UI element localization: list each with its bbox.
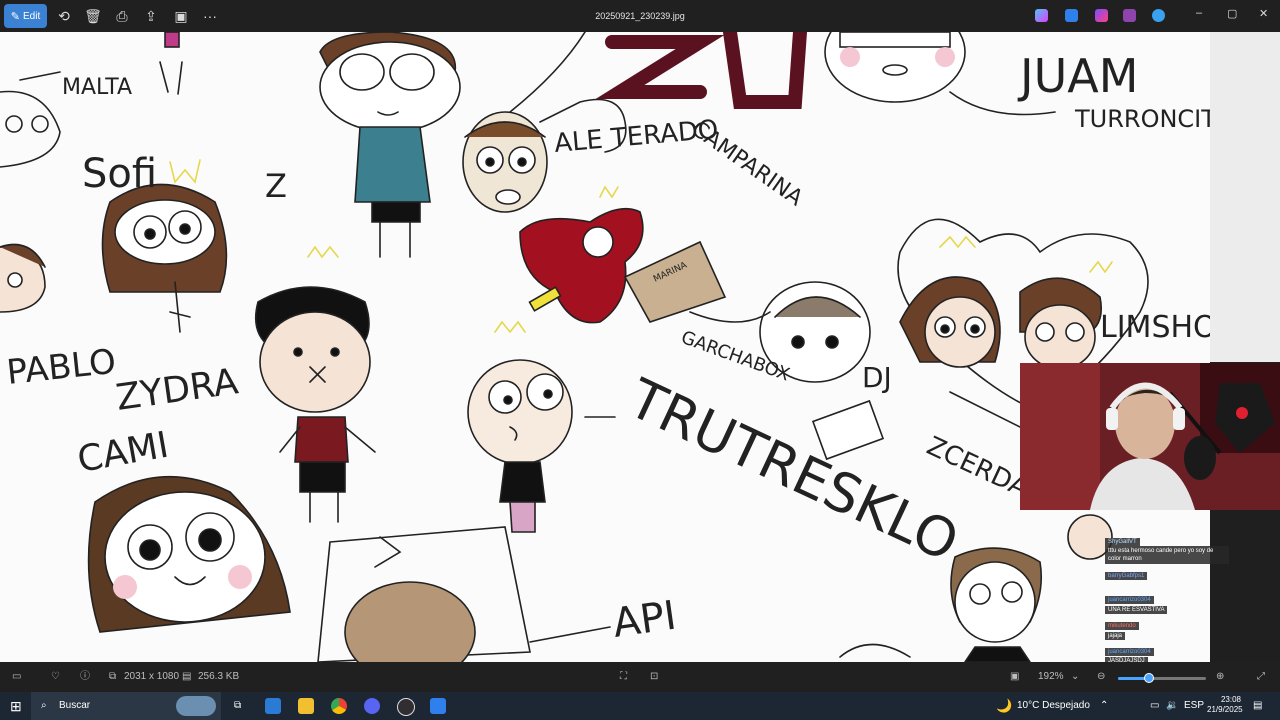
chat-username: barryGabfps1 bbox=[1105, 572, 1148, 580]
clock-date: 21/9/2025 bbox=[1207, 705, 1243, 714]
chrome-icon[interactable] bbox=[331, 698, 347, 714]
close-button[interactable]: ✕ bbox=[1259, 7, 1268, 20]
zoom-out-icon[interactable]: ⊖ bbox=[1097, 662, 1105, 692]
webcam-overlay bbox=[1020, 363, 1280, 510]
input-language[interactable]: ESP bbox=[1184, 692, 1204, 720]
label-camparina: CAMPARINA bbox=[687, 116, 807, 211]
chat-message: tttu esta hermoso cande pero yo soy de c… bbox=[1105, 546, 1229, 564]
zoom-in-icon[interactable]: ⊕ bbox=[1216, 662, 1224, 692]
label-trutresklo: TRUTRESKLO bbox=[619, 366, 968, 574]
search-placeholder: Buscar bbox=[59, 700, 91, 711]
search-highlight-icon bbox=[176, 696, 216, 716]
file-size-icon: ▤ bbox=[182, 671, 192, 682]
search-icon: ⌕ bbox=[41, 700, 47, 711]
label-dj: DJ bbox=[862, 361, 892, 394]
file-explorer-icon[interactable] bbox=[298, 698, 314, 714]
notifications-icon[interactable]: ▤ bbox=[1253, 692, 1262, 720]
info-icon[interactable]: ⓘ bbox=[80, 662, 90, 692]
minimize-button[interactable]: – bbox=[1196, 7, 1202, 19]
windows-start-icon[interactable]: ⊞ bbox=[10, 692, 22, 720]
delete-icon[interactable]: 🗑 bbox=[83, 4, 103, 28]
task-view-icon[interactable]: ⧉ bbox=[234, 692, 241, 720]
clipchamp-icon[interactable] bbox=[1095, 9, 1108, 22]
chat-username: juancarrizo0304 bbox=[1105, 596, 1154, 604]
label-juam: JUAM bbox=[1017, 49, 1138, 103]
copilot-icon[interactable] bbox=[1035, 9, 1048, 22]
photos-status-bar: ▭ ♡ ⓘ ⧉ 2031 x 1080 ▤ 256.3 KB ⛶ ⊡ ▣ 192… bbox=[0, 662, 1280, 692]
obs-icon[interactable] bbox=[397, 698, 415, 716]
label-pablo: PABLO bbox=[5, 342, 118, 393]
label-limsho: LIMSHO bbox=[1100, 310, 1210, 345]
label-sofi: Sofi bbox=[82, 151, 157, 197]
chat-username: ShyGallVT bbox=[1105, 538, 1140, 546]
chat-message: UNA RE ESVASTIVA bbox=[1105, 606, 1168, 614]
zoom-dropdown-icon[interactable]: ⌄ bbox=[1071, 662, 1079, 692]
label-zydra: ZYDRA bbox=[114, 361, 241, 419]
photos-toolbar: ✎ Edit ⟲ 🗑 ⎙ ⇪ ▣ ··· bbox=[0, 0, 1280, 32]
label-api: API bbox=[610, 593, 679, 647]
chat-username: juancarrizo0304 bbox=[1105, 648, 1154, 656]
taskbar-search[interactable]: ⌕ Buscar bbox=[31, 692, 221, 720]
weather-moon-icon[interactable]: 🌙 bbox=[996, 692, 1012, 720]
designer-icon[interactable] bbox=[1065, 9, 1078, 22]
weather-text[interactable]: 10°C Despejado bbox=[1017, 692, 1090, 720]
slideshow-icon[interactable]: ▣ bbox=[171, 4, 191, 28]
favorite-icon[interactable]: ♡ bbox=[51, 662, 60, 692]
label-z-mark: Z bbox=[265, 167, 287, 205]
label-turroncito: TURRONCITO bbox=[1074, 105, 1210, 133]
more-options-button[interactable]: ··· bbox=[200, 4, 220, 28]
onedrive-icon[interactable] bbox=[1152, 9, 1165, 22]
edit-button[interactable]: ✎ Edit bbox=[4, 4, 47, 28]
calculator-app-icon[interactable] bbox=[265, 698, 281, 714]
network-icon[interactable]: ▭ bbox=[1150, 692, 1159, 720]
rotate-icon[interactable]: ⟲ bbox=[54, 4, 74, 28]
clock[interactable]: 23:08 21/9/2025 bbox=[1207, 695, 1243, 715]
chat-username: mikutendo bbox=[1105, 622, 1139, 630]
fullscreen-icon[interactable]: ⤢ bbox=[1257, 662, 1265, 692]
stream-chat-overlay: ShyGallVT tttu esta hermoso cande pero y… bbox=[1105, 510, 1232, 665]
file-size: 256.3 KB bbox=[198, 671, 240, 682]
edit-label: Edit bbox=[22, 10, 41, 22]
zoom-level[interactable]: 192% bbox=[1038, 662, 1064, 692]
maximize-button[interactable]: ▢ bbox=[1227, 7, 1237, 20]
label-zcerda: ZCERDA bbox=[922, 431, 1033, 504]
print-icon[interactable]: ⎙ bbox=[112, 4, 132, 28]
label-malta: MALTA bbox=[62, 75, 132, 100]
actual-size-icon[interactable]: ⊡ bbox=[650, 662, 658, 692]
image-canvas[interactable]: MALTA Sofi Z ALE TERADO CAMPARINA JUAM T… bbox=[0, 32, 1210, 662]
video-editor-icon[interactable] bbox=[1123, 9, 1136, 22]
fit-to-window-icon[interactable]: ⛶ bbox=[620, 662, 627, 692]
label-cami: CAMI bbox=[74, 425, 171, 481]
image-dimensions: 2031 x 1080 bbox=[124, 671, 180, 682]
photos-app-icon[interactable] bbox=[430, 698, 446, 714]
filmstrip-icon[interactable]: ▭ bbox=[12, 662, 21, 692]
doodle-drawing: MALTA Sofi Z ALE TERADO CAMPARINA JUAM T… bbox=[0, 32, 1210, 662]
share-icon[interactable]: ⇪ bbox=[141, 4, 161, 28]
view-mode-icon[interactable]: ▣ bbox=[1010, 662, 1019, 692]
canvas-margin bbox=[1210, 32, 1280, 362]
windows-taskbar: ⊞ ⌕ Buscar ⧉ 🌙 10°C Despejado ⌃ ▭ 🔉 ESP … bbox=[0, 692, 1280, 720]
streamer-webcam-image bbox=[1020, 363, 1280, 510]
edit-icon: ✎ bbox=[10, 10, 20, 23]
chat-message: jajaja bbox=[1105, 632, 1126, 640]
zoom-slider-thumb[interactable] bbox=[1143, 673, 1154, 683]
dimensions-icon: ⧉ bbox=[109, 671, 117, 682]
clock-time: 23:08 bbox=[1220, 695, 1241, 704]
discord-icon[interactable] bbox=[364, 698, 380, 714]
volume-icon[interactable]: 🔉 bbox=[1166, 692, 1178, 720]
tray-overflow-icon[interactable]: ⌃ bbox=[1100, 692, 1108, 720]
